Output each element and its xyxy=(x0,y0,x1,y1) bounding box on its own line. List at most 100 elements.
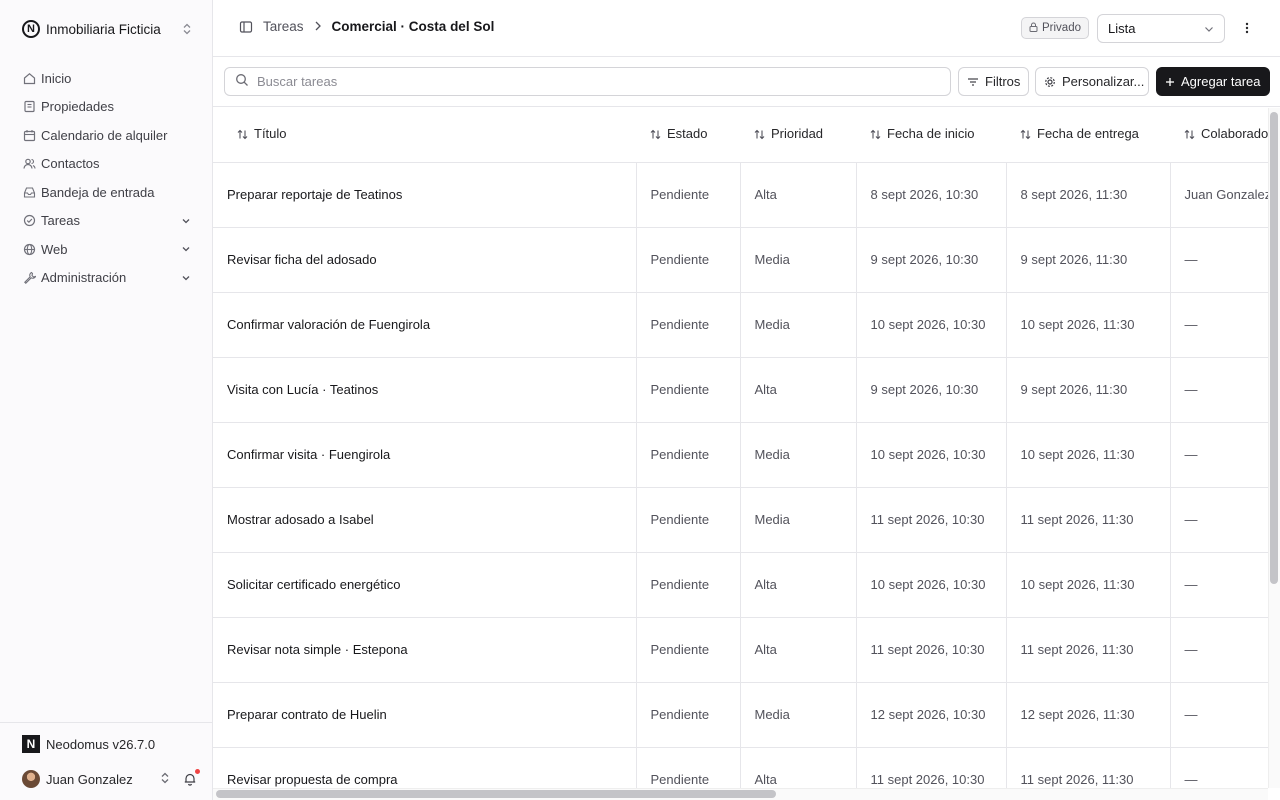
task-title-cell[interactable]: Confirmar valoración de Fuengirola xyxy=(213,292,636,358)
user-menu[interactable]: Juan Gonzalez xyxy=(22,768,200,790)
table-row[interactable]: Preparar reportaje de Teatinos Pendiente A… xyxy=(213,162,1268,228)
task-title-cell[interactable]: Revisar propuesta de compra xyxy=(213,747,636,788)
search-input[interactable] xyxy=(257,74,940,89)
due-date-cell: 10 sept 2026, 11:30 xyxy=(1005,292,1170,358)
column-header-priority[interactable]: Prioridad xyxy=(740,108,856,163)
user-name: Juan Gonzalez xyxy=(46,771,133,787)
start-date-cell: 12 sept 2026, 10:30 xyxy=(855,682,1006,748)
column-header-collaborators[interactable]: Colaboradores xyxy=(1170,108,1268,163)
column-header-label: Fecha de entrega xyxy=(1037,126,1139,142)
task-title-cell[interactable]: Confirmar visita · Fuengirola xyxy=(213,422,636,488)
column-header-title[interactable]: Título xyxy=(213,108,636,163)
chevron-down-icon[interactable] xyxy=(180,215,192,227)
sidebar-item-label: Contactos xyxy=(41,156,100,172)
task-title-cell[interactable]: Visita con Lucía · Teatinos xyxy=(213,357,636,423)
due-date-cell: 11 sept 2026, 11:30 xyxy=(1005,617,1170,683)
table-row[interactable]: Visita con Lucía · Teatinos Pendiente Alta… xyxy=(213,357,1268,423)
priority-cell: Media xyxy=(739,682,856,748)
sidebar-item-inicio[interactable]: Inicio xyxy=(14,64,200,93)
sidebar-item-label: Calendario de alquiler xyxy=(41,127,168,143)
sidebar-item-contactos[interactable]: Contactos xyxy=(14,150,200,179)
table-row[interactable]: Preparar contrato de Huelin Pendiente Medi… xyxy=(213,682,1268,748)
customize-button[interactable]: Personalizar... xyxy=(1035,67,1149,96)
status-cell: Pendiente xyxy=(635,747,740,788)
table-row[interactable]: Revisar ficha del adosado Pendiente Media 9… xyxy=(213,227,1268,293)
top-bar: Tareas Comercial · Costa del Sol Privado… xyxy=(213,0,1280,57)
collaborators-cell: — xyxy=(1169,227,1268,293)
start-date-cell: 9 sept 2026, 10:30 xyxy=(855,227,1006,293)
table-row[interactable]: Mostrar adosado a Isabel Pendiente Media 11… xyxy=(213,487,1268,553)
task-title-cell[interactable]: Solicitar certificado energético xyxy=(213,552,636,618)
table-row[interactable]: Revisar propuesta de compra Pendiente Alta… xyxy=(213,747,1268,788)
sidebar-item-propiedades[interactable]: Propiedades xyxy=(14,93,200,122)
start-date-cell: 8 sept 2026, 10:30 xyxy=(855,162,1006,228)
table-row[interactable]: Solicitar certificado energético Pendient… xyxy=(213,552,1268,618)
sidebar-item-bandeja-de-entrada[interactable]: Bandeja de entrada xyxy=(14,178,200,207)
column-header-start-date[interactable]: Fecha de inicio xyxy=(856,108,1006,163)
breadcrumb-parent[interactable]: Tareas xyxy=(263,19,304,34)
table-row[interactable]: Revisar nota simple · Estepona Pendiente A… xyxy=(213,617,1268,683)
sidebar-item-label: Tareas xyxy=(41,213,81,229)
task-title-cell[interactable]: Preparar reportaje de Teatinos xyxy=(213,162,636,228)
lock-icon xyxy=(1029,22,1038,35)
sort-icon xyxy=(650,128,661,143)
column-header-label: Estado xyxy=(667,126,708,142)
status-cell: Pendiente xyxy=(635,292,740,358)
priority-cell: Media xyxy=(739,292,856,358)
chevron-down-icon[interactable] xyxy=(180,272,192,284)
collaborators-cell: — xyxy=(1169,747,1268,788)
column-header-due-date[interactable]: Fecha de entrega xyxy=(1006,108,1170,163)
filters-button[interactable]: Filtros xyxy=(958,67,1029,96)
more-options-icon[interactable] xyxy=(1237,18,1257,38)
search-box xyxy=(224,67,951,96)
tasks-table: Título Estado Prioridad Fecha de inicio Fech… xyxy=(213,108,1268,788)
task-title-cell[interactable]: Preparar contrato de Huelin xyxy=(213,682,636,748)
due-date-cell: 11 sept 2026, 11:30 xyxy=(1005,747,1170,788)
table-header-row: Título Estado Prioridad Fecha de inicio Fech… xyxy=(213,108,1268,163)
task-title-cell[interactable]: Revisar nota simple · Estepona xyxy=(213,617,636,683)
sidebar-item-tareas[interactable]: Tareas xyxy=(14,207,200,236)
sidebar-item-calendario-de-alquiler[interactable]: Calendario de alquiler xyxy=(14,121,200,150)
horizontal-scroll-thumb[interactable] xyxy=(216,790,776,798)
view-mode-select[interactable]: Lista xyxy=(1097,14,1225,43)
sidebar-toggle-icon[interactable] xyxy=(239,20,253,34)
sidebar: N Inmobiliaria Ficticia Inicio Propiedade… xyxy=(0,0,213,800)
sidebar-item-administracion[interactable]: Administración xyxy=(14,264,200,293)
due-date-cell: 12 sept 2026, 11:30 xyxy=(1005,682,1170,748)
add-task-button[interactable]: Agregar tarea xyxy=(1156,67,1270,96)
notifications-bell-icon[interactable] xyxy=(182,769,200,787)
task-title-cell[interactable]: Revisar ficha del adosado xyxy=(213,227,636,293)
collaborators-cell: Juan Gonzalez xyxy=(1169,162,1268,228)
privacy-badge: Privado xyxy=(1021,17,1089,39)
collaborators-cell: — xyxy=(1169,292,1268,358)
priority-cell: Media xyxy=(739,487,856,553)
gear-icon xyxy=(1044,76,1056,88)
filters-label: Filtros xyxy=(985,74,1021,89)
org-switcher[interactable]: N Inmobiliaria Ficticia xyxy=(14,14,200,44)
avatar xyxy=(22,770,40,788)
collaborators-cell: — xyxy=(1169,422,1268,488)
vertical-scroll-thumb[interactable] xyxy=(1270,112,1278,584)
start-date-cell: 10 sept 2026, 10:30 xyxy=(855,422,1006,488)
chevron-up-down-icon xyxy=(182,23,192,35)
sort-icon xyxy=(1020,128,1031,143)
column-header-status[interactable]: Estado xyxy=(636,108,740,163)
customize-label: Personalizar... xyxy=(1062,74,1145,89)
column-header-label: Título xyxy=(254,126,287,142)
sort-icon xyxy=(237,128,248,143)
task-title-cell[interactable]: Mostrar adosado a Isabel xyxy=(213,487,636,553)
view-mode-value: Lista xyxy=(1108,21,1136,36)
start-date-cell: 10 sept 2026, 10:30 xyxy=(855,292,1006,358)
chevron-down-icon[interactable] xyxy=(180,243,192,255)
sidebar-item-web[interactable]: Web xyxy=(14,235,200,264)
tasks-table-container: Título Estado Prioridad Fecha de inicio Fech… xyxy=(213,108,1268,788)
version-label: Neodomus v26.7.0 xyxy=(46,736,156,752)
table-row[interactable]: Confirmar valoración de Fuengirola Pendie… xyxy=(213,292,1268,358)
chevron-right-icon xyxy=(314,20,322,34)
start-date-cell: 9 sept 2026, 10:30 xyxy=(855,357,1006,423)
table-row[interactable]: Confirmar visita · Fuengirola Pendiente Me… xyxy=(213,422,1268,488)
due-date-cell: 9 sept 2026, 11:30 xyxy=(1005,227,1170,293)
priority-cell: Media xyxy=(739,227,856,293)
filter-lines-icon xyxy=(967,77,979,87)
column-header-label: Fecha de inicio xyxy=(887,126,975,142)
